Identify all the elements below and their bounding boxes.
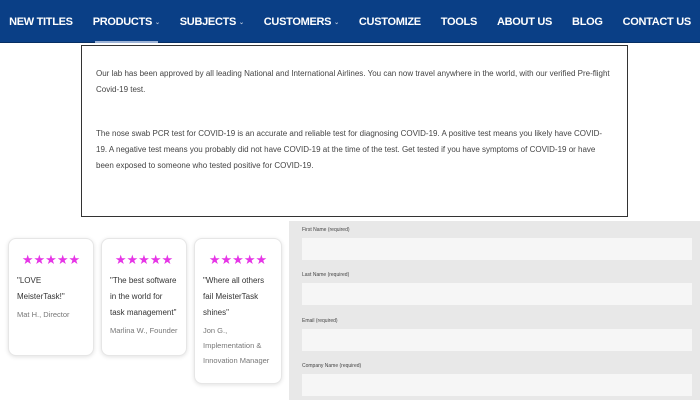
testimonial-author: Mat H., Director [17, 310, 70, 319]
company-name-field[interactable] [302, 374, 692, 396]
nav-label: PRODUCTS [92, 15, 153, 28]
nav-item-customers[interactable]: CUSTOMERS ⌄ [254, 0, 349, 43]
nav-label: TOOLS [440, 15, 478, 28]
testimonial-card: ★★★★★ "LOVE MeisterTask!" Mat H., Direct… [8, 238, 94, 356]
star-rating-icon: ★★★★★ [208, 252, 268, 267]
email-field[interactable] [302, 329, 692, 351]
nav-item-blog[interactable]: BLOG [562, 0, 613, 43]
info-paragraph-approval: Our lab has been approved by all leading… [96, 69, 610, 94]
testimonial-author: Jon G., Implementation & Innovation Mana… [203, 326, 270, 365]
nav-item-subjects[interactable]: SUBJECTS ⌄ [170, 0, 254, 43]
covid-test-info-box: Our lab has been approved by all leading… [81, 45, 628, 217]
nav-item-products[interactable]: PRODUCTS ⌄ [83, 0, 170, 43]
last-name-group: Last Name (required) [302, 271, 692, 305]
nav-label: CONTACT US [622, 15, 692, 28]
email-label: Email (required) [302, 318, 338, 324]
star-rating-icon: ★★★★★ [114, 252, 174, 267]
nav-label: BLOG [572, 15, 603, 28]
chevron-down-icon: ⌄ [334, 20, 339, 26]
company-name-group: Company Name (required) [302, 362, 692, 396]
nav-label: NEW TITLES [9, 15, 73, 28]
signup-form: First Name (required) Last Name (require… [289, 221, 700, 400]
nav-item-tools[interactable]: TOOLS [431, 0, 487, 43]
nav-label: ABOUT US [497, 15, 553, 28]
testimonial-quote: "The best software in the world for task… [110, 276, 177, 317]
first-name-label: First Name (required) [302, 227, 350, 233]
nav-item-about-us[interactable]: ABOUT US [487, 0, 562, 43]
first-name-group: First Name (required) [302, 226, 692, 260]
email-group: Email (required) [302, 317, 692, 351]
star-rating-icon: ★★★★★ [21, 252, 81, 267]
nav-label: CUSTOMIZE [358, 15, 421, 28]
last-name-field[interactable] [302, 283, 692, 305]
nav-item-contact-us[interactable]: CONTACT US [613, 0, 700, 43]
company-name-label: Company Name (required) [302, 363, 362, 369]
testimonial-quote: "Where all others fail MeisterTask shine… [203, 276, 265, 317]
nav-item-new-titles[interactable]: NEW TITLES [0, 0, 83, 43]
nav-item-customize[interactable]: CUSTOMIZE [349, 0, 431, 43]
testimonial-card: ★★★★★ "The best software in the world fo… [101, 238, 187, 356]
info-paragraph-pcr-test: The nose swab PCR test for COVID-19 is a… [96, 129, 603, 170]
nav-menu: NEW TITLES PRODUCTS ⌄ SUBJECTS ⌄ CUSTOME… [0, 0, 700, 43]
nav-label: SUBJECTS [179, 15, 237, 28]
chevron-down-icon: ⌄ [155, 20, 160, 26]
testimonial-quote: "LOVE MeisterTask!" [17, 276, 65, 301]
nav-label: CUSTOMERS [263, 15, 332, 28]
testimonial-author: Marlina W., Founder [110, 326, 178, 335]
testimonials-section: ★★★★★ "LOVE MeisterTask!" Mat H., Direct… [0, 228, 290, 400]
chevron-down-icon: ⌄ [239, 20, 244, 26]
top-navigation-bar: NEW TITLES PRODUCTS ⌄ SUBJECTS ⌄ CUSTOME… [0, 0, 700, 43]
testimonial-card: ★★★★★ "Where all others fail MeisterTask… [194, 238, 282, 384]
last-name-label: Last Name (required) [302, 272, 350, 278]
first-name-field[interactable] [302, 238, 692, 260]
